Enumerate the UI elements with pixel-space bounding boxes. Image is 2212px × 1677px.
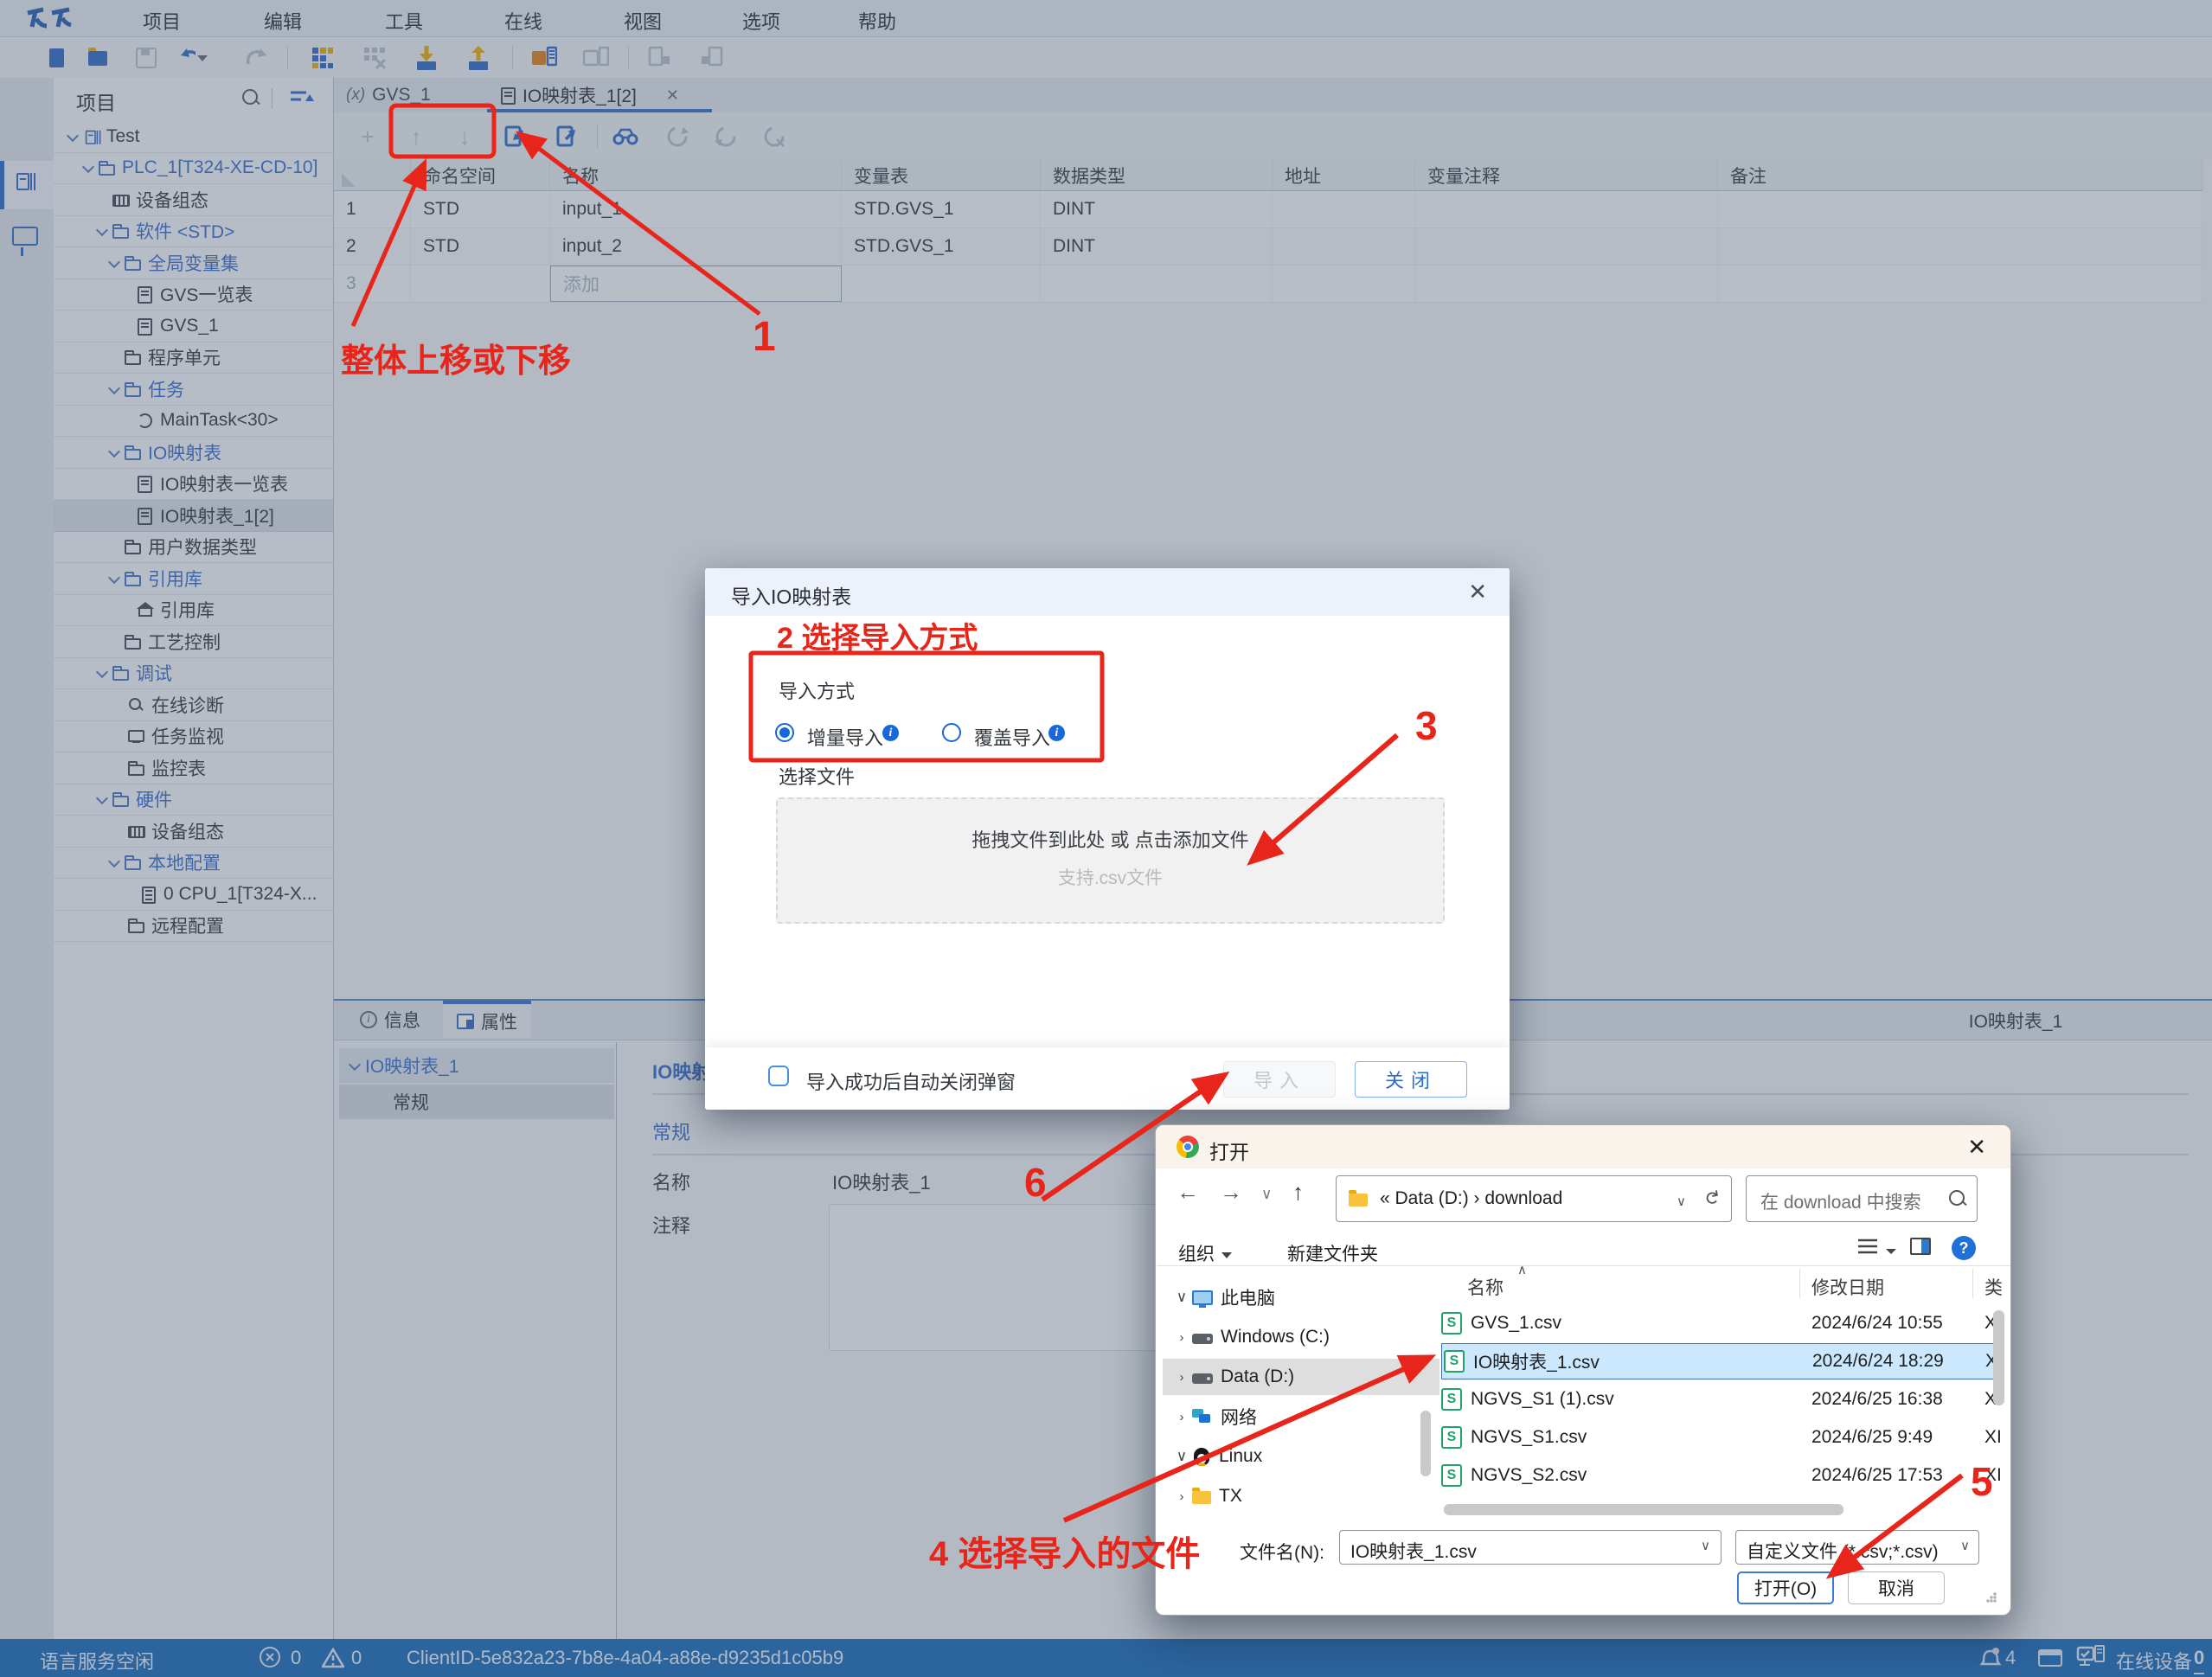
drop-zone-subtext: 支持.csv文件 <box>778 864 1443 890</box>
address-path[interactable]: « Data (D:) › download <box>1380 1188 1562 1209</box>
auto-close-label[interactable]: 导入成功后自动关闭弹窗 <box>806 1067 1016 1095</box>
address-bar[interactable]: « Data (D:) › download ∨ ↻ <box>1336 1175 1732 1222</box>
select-file-label: 选择文件 <box>779 762 855 790</box>
horizontal-scrollbar[interactable] <box>1444 1504 1843 1515</box>
resize-grip[interactable] <box>1986 1592 1997 1603</box>
screen: 项目 编辑 工具 在线 视图 选项 帮助 <box>0 0 2212 1677</box>
refresh-icon[interactable]: ↻ <box>1698 1188 1723 1208</box>
filetype-combo[interactable]: 自定义文件 (*.csv;*.csv) ∨ <box>1735 1530 1979 1565</box>
column-date[interactable]: 修改日期 <box>1811 1274 1884 1300</box>
drop-zone-text: 拖拽文件到此处 或 点击添加文件 <box>778 825 1443 853</box>
column-name[interactable]: 名称 <box>1467 1274 1504 1300</box>
up-icon[interactable]: ↑ <box>1292 1179 1304 1206</box>
vertical-scrollbar[interactable] <box>1993 1310 2004 1405</box>
filename-combo[interactable]: IO映射表_1.csv ∨ <box>1339 1530 1722 1565</box>
nav-tx-folder[interactable]: ›TX <box>1171 1478 1242 1514</box>
file-row[interactable]: SNGVS_S1 (1).csv 2024/6/25 16:38XI <box>1441 1381 2002 1418</box>
filename-label: 文件名(N): <box>1240 1539 1324 1565</box>
file-row[interactable]: SNGVS_S2.csv 2024/6/25 17:53XI <box>1441 1457 2002 1494</box>
radio-incremental-label[interactable]: 增量导入 <box>807 723 883 751</box>
column-type[interactable]: 类 <box>1984 1274 2003 1300</box>
dialog-separator <box>1157 1265 2010 1266</box>
nav-network[interactable]: ›网络 <box>1171 1399 1257 1435</box>
sort-ascending-icon[interactable]: ∧ <box>1517 1262 1527 1277</box>
search-box[interactable]: 在 download 中搜索 <box>1746 1175 1978 1222</box>
nav-linux[interactable]: ∨Linux <box>1171 1438 1262 1475</box>
address-dropdown-icon[interactable]: ∨ <box>1677 1194 1686 1209</box>
nav-windows-c[interactable]: ›Windows (C:) <box>1171 1319 1330 1355</box>
nav-this-pc[interactable]: ∨此电脑 <box>1171 1279 1275 1315</box>
import-dialog-close-icon[interactable]: ✕ <box>1468 579 1487 605</box>
search-icon[interactable] <box>1949 1190 1965 1210</box>
filetype-value: 自定义文件 (*.csv;*.csv) <box>1747 1538 1946 1564</box>
forward-icon[interactable]: → <box>1220 1179 1242 1206</box>
file-drop-zone[interactable]: 拖拽文件到此处 或 点击添加文件 支持.csv文件 <box>776 797 1445 924</box>
preview-pane-icon[interactable] <box>1910 1238 1931 1260</box>
import-io-map-dialog: 导入IO映射表 ✕ 导入方式 增量导入 i 覆盖导入 i 选择文件 拖拽文件到此… <box>705 568 1510 1110</box>
import-dialog-footer: 导入成功后自动关闭弹窗 导入 关闭 <box>705 1047 1510 1110</box>
filename-dropdown-icon[interactable]: ∨ <box>1701 1538 1710 1553</box>
import-confirm-button[interactable]: 导入 <box>1223 1061 1336 1098</box>
search-placeholder: 在 download 中搜索 <box>1760 1188 1921 1214</box>
filename-value: IO映射表_1.csv <box>1350 1538 1477 1564</box>
file-row-selected[interactable]: SIO映射表_1.csv 2024/6/24 18:29XI <box>1441 1343 2002 1379</box>
history-chevron-icon[interactable]: ∨ <box>1261 1186 1272 1203</box>
auto-close-checkbox[interactable] <box>768 1066 789 1086</box>
import-dialog-titlebar: 导入IO映射表 ✕ <box>705 568 1510 616</box>
import-close-button[interactable]: 关闭 <box>1355 1061 1467 1098</box>
help-icon[interactable]: ? <box>1952 1236 1976 1260</box>
filetype-dropdown-icon[interactable]: ∨ <box>1960 1538 1970 1553</box>
column-divider <box>1799 1269 1800 1298</box>
open-dialog-close-icon[interactable]: ✕ <box>1967 1134 1986 1161</box>
open-dialog-title: 打开 <box>1209 1136 1249 1165</box>
new-folder-button[interactable]: 新建文件夹 <box>1287 1240 1378 1266</box>
open-file-dialog: 打开 ✕ ← → ∨ ↑ « Data (D:) › download ∨ ↻ … <box>1155 1124 2011 1616</box>
chrome-icon <box>1177 1136 1199 1158</box>
overwrite-info-icon[interactable]: i <box>1048 725 1065 741</box>
incremental-info-icon[interactable]: i <box>882 725 899 741</box>
nav-data-d[interactable]: ›Data (D:) <box>1163 1359 1439 1395</box>
file-row[interactable]: SGVS_1.csv 2024/6/24 10:55XI <box>1441 1305 2002 1341</box>
open-dialog-titlebar: 打开 ✕ <box>1156 1125 2010 1168</box>
view-mode-icon[interactable] <box>1856 1238 1896 1262</box>
radio-overwrite-label[interactable]: 覆盖导入 <box>974 723 1050 751</box>
column-divider <box>1972 1269 1973 1298</box>
nav-scrollbar[interactable] <box>1420 1411 1431 1476</box>
radio-incremental-import[interactable] <box>775 723 794 742</box>
organize-button[interactable]: 组织 <box>1178 1240 1232 1266</box>
import-dialog-title: 导入IO映射表 <box>731 580 851 610</box>
file-row[interactable]: SNGVS_S1.csv 2024/6/25 9:49XI <box>1441 1419 2002 1456</box>
radio-overwrite-import[interactable] <box>942 723 961 742</box>
cancel-button[interactable]: 取消 <box>1848 1571 1945 1604</box>
open-button[interactable]: 打开(O) <box>1737 1571 1834 1604</box>
import-method-label: 导入方式 <box>779 676 855 704</box>
back-icon[interactable]: ← <box>1177 1179 1199 1206</box>
